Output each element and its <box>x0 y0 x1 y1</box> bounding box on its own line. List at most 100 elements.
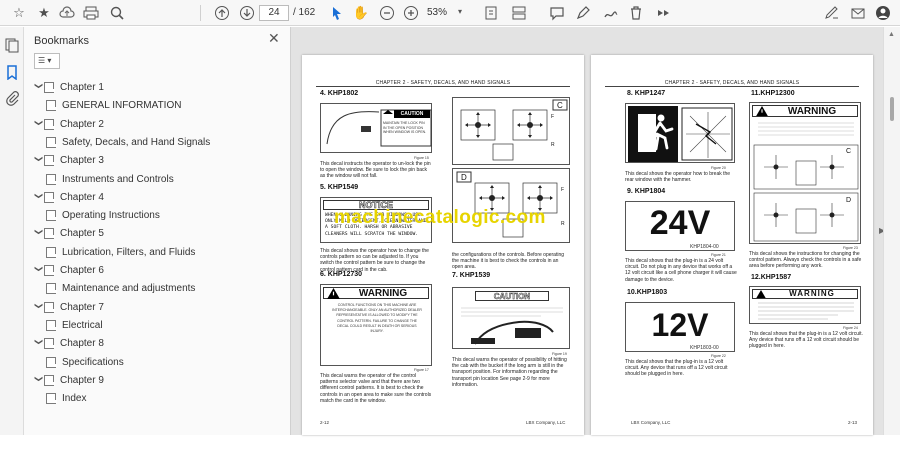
paragraph: This decal warns the operator of the con… <box>320 373 432 404</box>
document-viewer[interactable]: CHAPTER 2 - SAFETY, DECALS, AND HAND SIG… <box>291 27 883 435</box>
draw-icon[interactable] <box>602 4 620 22</box>
bookmark-item[interactable]: Electrical <box>44 319 103 331</box>
highlight-pen-icon[interactable] <box>574 4 592 22</box>
section-heading: 6. KHP12730 <box>320 271 363 278</box>
page-number: 2-13 <box>848 420 858 425</box>
paragraph: This decal shows that the plug-in is a 1… <box>749 331 863 350</box>
bookmark-item[interactable]: Lubrication, Filters, and Fluids <box>44 246 196 258</box>
bookmark-options-dropdown[interactable]: ☰ ▾ <box>34 53 60 69</box>
bookmark-chapter[interactable]: ❯ Chapter 4 <box>34 191 104 203</box>
zoom-level[interactable]: 53% <box>427 7 447 18</box>
bookmark-label: Chapter 6 <box>60 265 104 276</box>
page-thumbnails-icon[interactable] <box>4 37 20 53</box>
bookmark-icon <box>46 173 57 185</box>
bookmark-chapter[interactable]: ❯ Chapter 2 <box>34 118 104 130</box>
figure-caption: Figure 19 <box>552 352 567 356</box>
bookmark-label: Lubrication, Filters, and Fluids <box>62 246 196 258</box>
bookmark-item[interactable]: Specifications <box>44 356 124 368</box>
star-filled-icon[interactable]: ★ <box>35 4 53 22</box>
svg-text:R: R <box>551 142 555 148</box>
expand-chevron-icon[interactable]: ❯ <box>35 339 44 349</box>
bookmark-label: Electrical <box>62 319 103 331</box>
bookmark-item[interactable]: GENERAL INFORMATION <box>44 100 181 112</box>
voltage-label: 24V <box>649 204 711 242</box>
warning-header: WARNING <box>789 289 835 298</box>
bookmark-item[interactable]: Instruments and Controls <box>44 173 174 185</box>
account-icon[interactable] <box>874 4 892 22</box>
expand-chevron-icon[interactable]: ❯ <box>35 192 44 202</box>
delete-icon[interactable] <box>627 4 645 22</box>
page-number: 2-12 <box>320 420 330 425</box>
bookmarks-panel: Bookmarks ✕ ☰ ▾ ❯ Chapter 1 GENERAL INFORM… <box>24 27 291 435</box>
bookmark-icon <box>44 82 55 93</box>
bookmark-label: Maintenance and adjustments <box>62 283 196 295</box>
zoom-in-icon[interactable] <box>402 4 420 22</box>
bookmark-item[interactable]: Operating Instructions <box>44 210 160 222</box>
close-icon[interactable]: ✕ <box>268 31 280 47</box>
svg-text:D: D <box>846 197 851 204</box>
zoom-search-icon[interactable] <box>108 4 126 22</box>
toolbar: ☆ ★ 24 / 162 ✋ 53% ▾ <box>0 0 900 26</box>
page-down-icon[interactable] <box>238 4 256 22</box>
zoom-out-icon[interactable] <box>378 4 396 22</box>
fit-page-icon[interactable] <box>482 4 500 22</box>
paragraph: This decal shows that the plug-in is a 1… <box>625 359 728 378</box>
figure-caption: Figure 24 <box>843 326 858 330</box>
scroll-mode-icon[interactable] <box>510 4 528 22</box>
comment-icon[interactable] <box>548 4 566 22</box>
warning-header: WARNING <box>787 106 837 117</box>
bookmark-item[interactable]: Maintenance and adjustments <box>44 283 196 295</box>
attachments-icon[interactable] <box>4 90 20 106</box>
bookmark-chapter[interactable]: ❯ Chapter 9 <box>34 374 104 386</box>
page-up-icon[interactable] <box>213 4 231 22</box>
bookmark-icon <box>44 301 55 313</box>
decal-code: KHP1803-00 <box>690 345 719 351</box>
expand-chevron-icon[interactable]: ❯ <box>35 156 44 166</box>
email-icon[interactable] <box>849 4 867 22</box>
bookmark-icon <box>46 393 57 405</box>
page-total: / 162 <box>293 7 316 18</box>
bookmark-label: Chapter 9 <box>60 374 104 386</box>
bookmark-icon <box>46 100 57 112</box>
bookmarks-icon[interactable] <box>4 64 20 81</box>
bookmark-label: Index <box>62 393 87 405</box>
expand-chevron-icon[interactable]: ❯ <box>35 375 44 385</box>
paragraph: This decal shows that the plug-in is a 2… <box>625 258 737 283</box>
svg-text:R: R <box>561 221 565 227</box>
paragraph: This decal shows the instructions for ch… <box>749 251 862 270</box>
watermark-text: machinecatalogic.com <box>334 207 546 228</box>
control-pattern-change-decal: WARNING C D <box>749 102 861 244</box>
print-icon[interactable] <box>82 4 100 22</box>
select-cursor-icon[interactable] <box>328 4 346 22</box>
bookmark-item[interactable]: Safety, Decals, and Hand Signals <box>44 136 210 148</box>
cloud-upload-icon[interactable] <box>58 4 76 22</box>
vertical-scrollbar[interactable]: ▲ <box>883 27 900 435</box>
bookmark-chapter[interactable]: ❯ Chapter 7 <box>34 301 104 313</box>
more-tools-icon[interactable] <box>654 4 672 22</box>
figure-caption: Figure 22 <box>711 354 726 358</box>
sign-icon[interactable] <box>823 4 841 22</box>
bookmark-chapter[interactable]: ❯ Chapter 3 <box>34 155 104 167</box>
bookmark-chapter[interactable]: ❯ Chapter 5 <box>34 228 104 240</box>
svg-text:C: C <box>846 148 851 155</box>
bookmark-chapter[interactable]: ❯ Chapter 8 <box>34 338 104 350</box>
svg-text:F: F <box>551 114 554 120</box>
bookmark-icon <box>46 136 57 148</box>
decal-figure-lockpin: CAUTION MAINTAIN THE LOCK PIN IN THE OPE… <box>320 103 432 153</box>
bookmark-item[interactable]: Index <box>44 393 87 405</box>
expand-chevron-icon[interactable]: ❯ <box>35 119 44 129</box>
expand-chevron-icon[interactable]: ❯ <box>35 229 44 239</box>
hand-tool-icon[interactable]: ✋ <box>352 4 370 22</box>
zoom-dropdown-icon[interactable]: ▾ <box>458 7 462 16</box>
expand-chevron-icon[interactable]: ❯ <box>35 302 44 312</box>
svg-text:F: F <box>561 187 564 193</box>
expand-chevron-icon[interactable]: ❯ <box>35 266 44 276</box>
bookmark-label: Chapter 2 <box>60 118 104 130</box>
bookmark-chapter[interactable]: ❯ Chapter 6 <box>34 265 104 276</box>
expand-chevron-icon[interactable]: ❯ <box>35 83 44 93</box>
scrollbar-thumb[interactable] <box>890 97 894 121</box>
page-number-input[interactable]: 24 <box>259 5 289 21</box>
star-icon[interactable]: ☆ <box>10 4 28 22</box>
bookmark-label: Chapter 5 <box>60 228 104 240</box>
bookmark-chapter[interactable]: ❯ Chapter 1 <box>34 82 104 93</box>
